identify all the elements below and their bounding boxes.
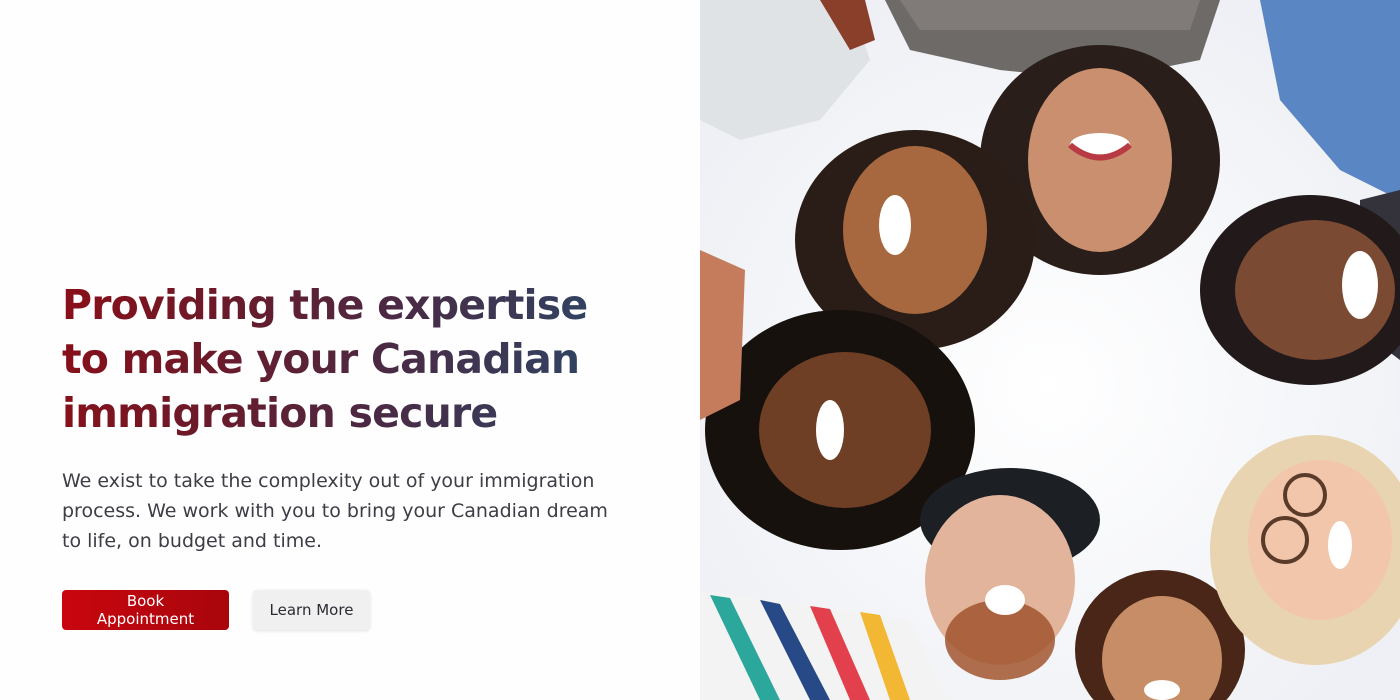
hero-text-panel: Providing the expertise to make your Can…: [0, 0, 700, 700]
group-of-people-looking-down-illustration: [700, 0, 1400, 700]
hero-section: Providing the expertise to make your Can…: [0, 0, 1400, 700]
hero-content: Providing the expertise to make your Can…: [62, 278, 642, 630]
book-appointment-button[interactable]: Book Appointment: [62, 590, 229, 630]
hero-actions: Book Appointment Learn More: [62, 590, 642, 630]
hero-description: We exist to take the complexity out of y…: [62, 470, 608, 552]
learn-more-button[interactable]: Learn More: [253, 590, 370, 630]
hero-title: Providing the expertise to make your Can…: [62, 278, 602, 440]
hero-photo: [700, 0, 1400, 700]
